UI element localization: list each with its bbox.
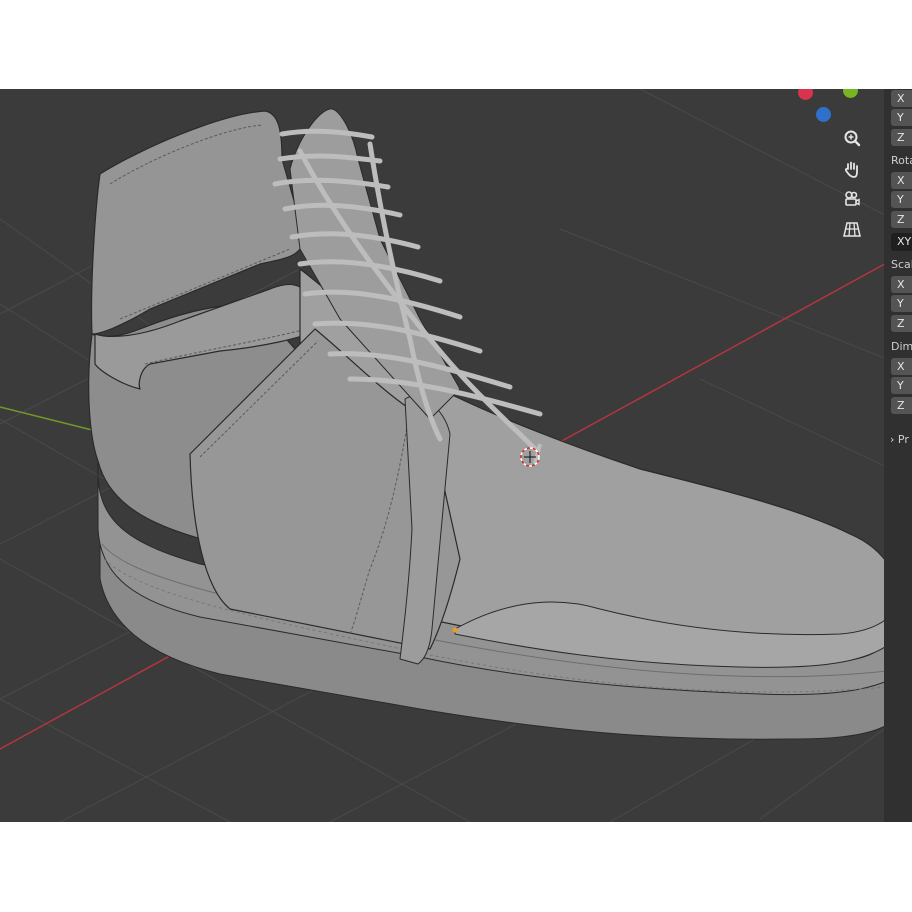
properties-section-header[interactable]: › Pr — [890, 433, 912, 446]
object-origin — [452, 627, 458, 633]
rotation-y-field[interactable]: Y — [891, 191, 912, 208]
gizmo-z-axis[interactable] — [816, 107, 831, 122]
rotation-label: Rota — [891, 154, 912, 167]
scale-z-field[interactable]: Z — [891, 315, 912, 332]
pan-button[interactable] — [838, 155, 866, 183]
perspective-grid-icon — [843, 222, 861, 237]
rotation-mode-dropdown[interactable]: XY — [891, 233, 912, 251]
3d-viewport[interactable]: X Y Z Rota X Y Z XY Scal X Y Z Dim X Y Z… — [0, 89, 912, 822]
chevron-right-icon: › — [890, 433, 895, 446]
dimensions-label: Dim — [891, 340, 912, 353]
sneaker-mesh[interactable] — [88, 108, 912, 740]
dimensions-y-field[interactable]: Y — [891, 377, 912, 394]
properties-section-label: Pr — [897, 433, 909, 446]
viewport-scene[interactable] — [0, 89, 912, 822]
scale-label: Scal — [891, 258, 912, 271]
scale-y-field[interactable]: Y — [891, 295, 912, 312]
sidebar-n-panel[interactable]: X Y Z Rota X Y Z XY Scal X Y Z Dim X Y Z… — [884, 89, 912, 822]
location-x-field[interactable]: X — [891, 90, 912, 107]
camera-view-icon — [845, 191, 860, 206]
zoom-button[interactable] — [838, 125, 866, 153]
location-y-field[interactable]: Y — [891, 109, 912, 126]
hand-pan-icon — [845, 161, 858, 178]
rotation-z-field[interactable]: Z — [891, 211, 912, 228]
camera-view-button[interactable] — [838, 185, 866, 213]
y-axis-line — [0, 406, 101, 433]
location-z-field[interactable]: Z — [891, 129, 912, 146]
perspective-toggle-button[interactable] — [838, 215, 866, 243]
scale-x-field[interactable]: X — [891, 276, 912, 293]
dimensions-z-field[interactable]: Z — [891, 397, 912, 414]
dimensions-x-field[interactable]: X — [891, 358, 912, 375]
zoom-magnifier-icon — [844, 130, 861, 147]
rotation-x-field[interactable]: X — [891, 172, 912, 189]
